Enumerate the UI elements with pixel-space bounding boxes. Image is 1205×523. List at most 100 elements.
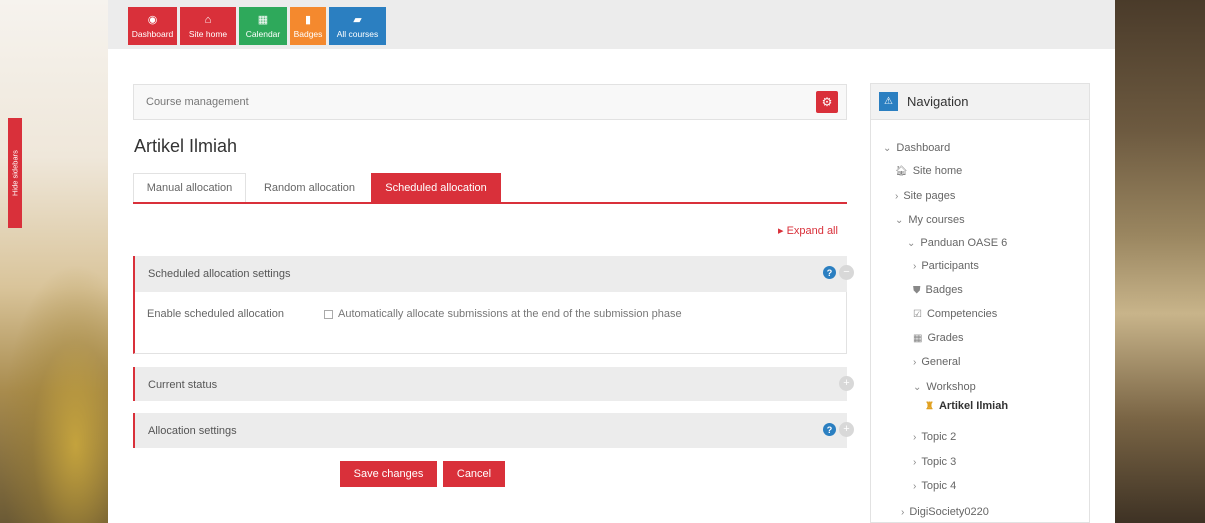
badges-tile-label: Badges — [293, 28, 323, 39]
scheduled-allocation-settings-header[interactable]: Scheduled allocation settings ? − — [133, 256, 854, 292]
nav-item-dashboard[interactable]: ⌄ Dashboard — [883, 142, 950, 154]
badges-tile[interactable]: ▮ Badges — [290, 7, 326, 45]
nav-label: Participants — [921, 260, 979, 272]
tab-scheduled-allocation[interactable]: Scheduled allocation — [371, 173, 501, 202]
nav-label: Dashboard — [896, 142, 951, 154]
home-icon: 🏠︎ — [895, 166, 908, 177]
nav-label: Topic 2 — [921, 431, 957, 443]
nav-label: Panduan OASE 6 — [920, 237, 1008, 249]
nav-item-site-home[interactable]: 🏠︎ Site home — [895, 165, 962, 177]
nav-item-site-pages[interactable]: › Site pages — [895, 190, 955, 202]
site-home-tile[interactable]: ⌂ Site home — [180, 7, 236, 45]
chevron-down-icon: ⌄ — [883, 143, 892, 154]
nav-label: Competencies — [926, 308, 998, 320]
chevron-right-icon: › — [895, 191, 899, 202]
nav-label: My courses — [908, 214, 965, 226]
scheduled-allocation-settings-body: Enable scheduled allocation Automaticall… — [133, 292, 847, 354]
section-title: Current status — [148, 379, 218, 391]
auto-allocate-checkbox-row[interactable]: Automatically allocate submissions at th… — [324, 308, 682, 320]
tab-random-allocation[interactable]: Random allocation — [250, 173, 369, 202]
nav-item-topic-4[interactable]: › Topic 4 — [913, 480, 956, 492]
nav-item-workshop[interactable]: ⌄ Workshop — [913, 381, 976, 393]
allocation-settings-header[interactable]: Allocation settings ? + — [133, 413, 854, 448]
help-icon[interactable]: ? — [823, 266, 836, 279]
all-courses-tile[interactable]: ▰ All courses — [329, 7, 386, 45]
top-navigation-bar: ◉ Dashboard ⌂ Site home ▦ Calendar ▮ Bad… — [108, 0, 1115, 49]
nav-label: DigiSociety0220 — [909, 506, 989, 518]
course-management-bar: Course management ⚙ — [133, 84, 847, 120]
nav-label: Artikel Ilmiah — [938, 400, 1009, 412]
table-icon: ▦ — [913, 333, 923, 344]
auto-allocate-checkbox-label: Automatically allocate submissions at th… — [338, 308, 682, 320]
enable-scheduled-allocation-label: Enable scheduled allocation — [147, 308, 284, 320]
nav-item-topic-2[interactable]: › Topic 2 — [913, 431, 956, 443]
nav-item-digisociety0220[interactable]: › DigiSociety0220 — [901, 506, 989, 518]
calendar-icon: ▦ — [257, 13, 269, 26]
chevron-right-icon: › — [913, 432, 917, 443]
chevron-right-icon: › — [901, 507, 905, 518]
home-icon: ⌂ — [204, 13, 212, 26]
navigation-title: Navigation — [907, 94, 969, 109]
nav-item-participants[interactable]: › Participants — [913, 260, 979, 272]
chevron-right-icon: › — [913, 481, 917, 492]
site-home-tile-label: Site home — [188, 28, 228, 39]
section-title: Scheduled allocation settings — [148, 268, 291, 280]
section-title: Allocation settings — [148, 425, 237, 437]
nav-label: Site pages — [903, 190, 956, 202]
calendar-tile[interactable]: ▦ Calendar — [239, 7, 287, 45]
nav-label: Grades — [927, 332, 964, 344]
nav-item-panduan-oase-6[interactable]: ⌄ Panduan OASE 6 — [907, 237, 1007, 249]
nav-item-competencies[interactable]: ☑ Competencies — [913, 308, 997, 320]
bookmark-icon: ▮ — [304, 13, 312, 26]
nav-item-grades[interactable]: ▦ Grades — [913, 332, 964, 344]
settings-button[interactable]: ⚙ — [816, 91, 838, 113]
cancel-button[interactable]: Cancel — [443, 461, 505, 487]
allocation-tabs: Manual allocation Random allocation Sche… — [133, 173, 847, 204]
calendar-tile-label: Calendar — [245, 28, 281, 39]
auto-allocate-checkbox[interactable] — [324, 309, 333, 319]
page-title: Artikel Ilmiah — [134, 136, 238, 156]
nav-label: General — [921, 356, 961, 368]
checkbox-icon: ☑ — [913, 309, 922, 320]
sitemap-icon: ⚠ — [879, 92, 898, 111]
chevron-down-icon: ⌄ — [895, 215, 904, 226]
chevron-right-icon: › — [913, 261, 917, 272]
navigation-header: ⚠ Navigation — [871, 84, 1089, 120]
expand-icon[interactable]: + — [839, 376, 854, 391]
nav-item-artikel-ilmiah[interactable]: ♜ Artikel Ilmiah — [925, 400, 1008, 412]
chevron-right-icon: › — [913, 457, 917, 468]
expand-icon[interactable]: + — [839, 422, 854, 437]
tab-manual-allocation[interactable]: Manual allocation — [133, 173, 246, 202]
collapse-icon[interactable]: − — [839, 265, 854, 280]
nav-item-my-courses[interactable]: ⌄ My courses — [895, 214, 965, 226]
help-icon[interactable]: ? — [823, 423, 836, 436]
nav-label: Badges — [925, 284, 963, 296]
all-courses-tile-label: All courses — [336, 28, 379, 39]
chevron-right-icon: › — [913, 357, 917, 368]
chevron-down-icon: ⌄ — [907, 238, 916, 249]
nav-item-badges[interactable]: ⛊ Badges — [913, 284, 963, 296]
quick-links: ◉ Dashboard ⌂ Site home ▦ Calendar ▮ Bad… — [128, 7, 386, 45]
save-changes-button[interactable]: Save changes — [340, 461, 437, 487]
gear-icon: ⚙ — [821, 95, 833, 109]
main-page: ◉ Dashboard ⌂ Site home ▦ Calendar ▮ Bad… — [108, 0, 1115, 523]
nav-label: Workshop — [926, 381, 976, 393]
chevron-down-icon: ⌄ — [913, 382, 922, 393]
dashboard-icon: ◉ — [147, 13, 158, 26]
shield-icon: ⛊ — [913, 285, 921, 296]
navigation-block: ⚠ Navigation ⌄ Dashboard 🏠︎ Site home › Sit… — [870, 83, 1090, 523]
current-status-header[interactable]: Current status + — [133, 367, 854, 401]
hide-sidebars-button[interactable]: Hide sidebars — [8, 118, 22, 228]
nav-item-topic-3[interactable]: › Topic 3 — [913, 456, 956, 468]
background-image-left — [0, 0, 108, 523]
expand-all-label: Expand all — [786, 225, 838, 237]
book-icon: ▰ — [353, 13, 362, 26]
expand-all-link[interactable]: ▸ Expand all — [778, 224, 838, 237]
nav-label: Site home — [912, 165, 963, 177]
dashboard-tile-label: Dashboard — [131, 28, 174, 39]
workshop-icon: ♜ — [925, 401, 934, 412]
caret-right-icon: ▸ — [778, 225, 787, 237]
dashboard-tile[interactable]: ◉ Dashboard — [128, 7, 177, 45]
nav-label: Topic 4 — [921, 480, 957, 492]
nav-item-general[interactable]: › General — [913, 356, 960, 368]
